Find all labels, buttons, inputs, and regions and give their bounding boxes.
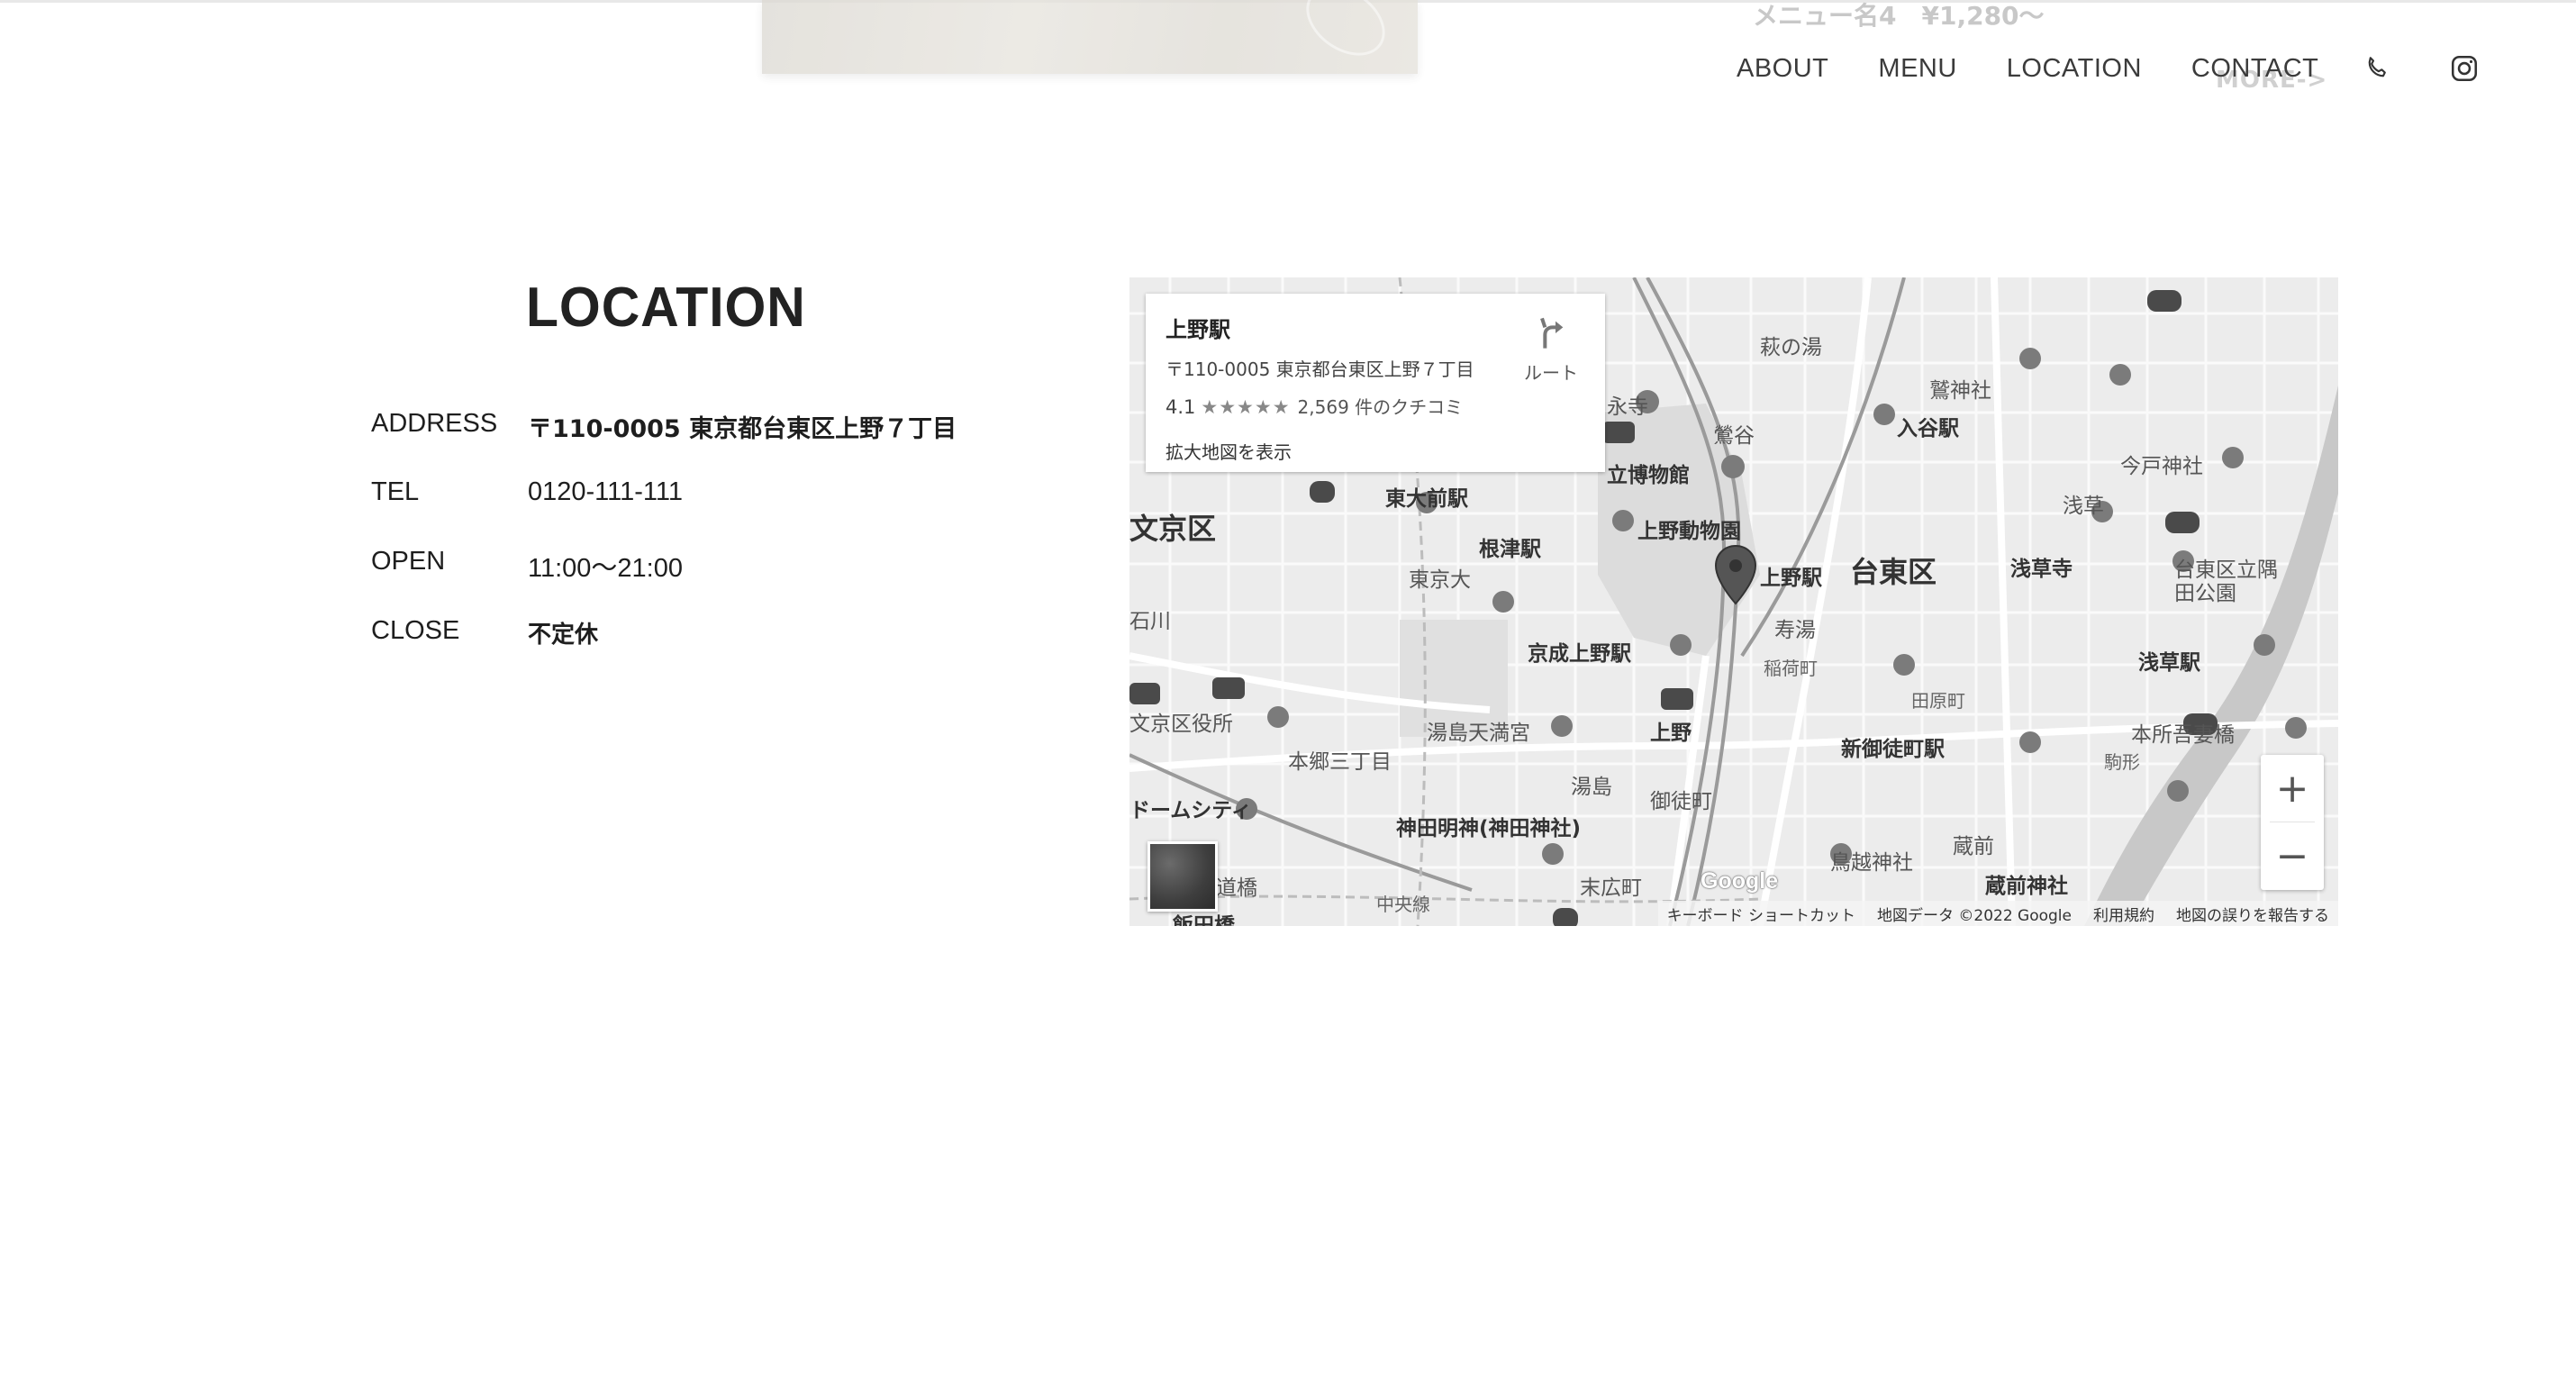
rating-stars-icon: ★★★★★ <box>1201 396 1291 418</box>
map-label-todaimae: 東大前駅 <box>1385 487 1468 511</box>
address-value: 〒110-0005 東京都台東区上野７丁目 <box>528 415 957 443</box>
map-label-suehirocho: 末広町 <box>1580 876 1642 900</box>
map-label-honjo: 本所吾妻橋 <box>2131 723 2235 747</box>
directions-label: ルート <box>1524 362 1578 384</box>
terms-link[interactable]: 利用規約 <box>2093 903 2154 925</box>
map-label-kuramae-shrine: 蔵前神社 <box>1985 875 2068 898</box>
map-label-keisei: 京成上野駅 <box>1528 642 1631 666</box>
map-label-nezu: 根津駅 <box>1479 538 1541 561</box>
previous-menu-item: メニュー名4 ¥1,280～ <box>1753 1 2045 31</box>
map-label-asakusa-station: 浅草駅 <box>2138 651 2200 675</box>
directions-button[interactable]: ルート <box>1515 315 1587 385</box>
google-map[interactable]: 台東区 文京区 上野駅 鶯谷 入谷駅 東大前駅 根津駅 立博物館 上野動物園 京… <box>1129 277 2338 926</box>
map-label-suidobashi: 道橋 <box>1216 876 1257 900</box>
map-label-bunkyo-office: 文京区役所 <box>1129 713 1233 736</box>
map-label-bunkyo: 文京区 <box>1129 512 1217 546</box>
map-label-kuramae: 蔵前 <box>1953 835 1994 858</box>
map-label-chuo-line: 中央線 <box>1376 894 1430 915</box>
map-label-okachimachi: 御徒町 <box>1650 790 1712 813</box>
map-label-kotobuki: 寿湯 <box>1774 619 1816 642</box>
place-name: 上野駅 <box>1166 317 1230 342</box>
map-label-ueno-station: 上野駅 <box>1760 567 1822 590</box>
map-label-sumida-park: 台東区立隅田公園 <box>2174 558 2278 605</box>
place-info-card: 上野駅 〒110-0005 東京都台東区上野７丁目 4.1 ★★★★★ 2,569 … <box>1146 294 1605 472</box>
map-label-sensoji: 浅草寺 <box>2010 558 2073 581</box>
satellite-toggle-button[interactable] <box>1147 841 1218 912</box>
location-pin-icon[interactable] <box>1713 544 1758 607</box>
map-label-zoo: 上野動物園 <box>1637 520 1741 543</box>
map-label-eiji: 永寺 <box>1607 395 1648 419</box>
map-label-imado: 今戸神社 <box>2120 455 2203 478</box>
map-label-ueno: 上野 <box>1650 722 1692 745</box>
previous-section-photo <box>762 0 1418 74</box>
map-label-ward: 台東区 <box>1850 555 1937 589</box>
map-label-hongo: 本郷三丁目 <box>1288 750 1392 774</box>
map-attribution: キーボード ショートカット 地図データ ©2022 Google 利用規約 地図… <box>1657 901 2338 926</box>
nav-contact[interactable]: CONTACT <box>2191 54 2319 84</box>
report-error-link[interactable]: 地図の誤りを報告する <box>2176 903 2329 925</box>
nav-about[interactable]: ABOUT <box>1737 54 1828 84</box>
tel-label: TEL <box>371 477 420 506</box>
open-value: 11:00〜21:00 <box>528 554 683 583</box>
map-label-inaricho: 稲荷町 <box>1764 658 1818 679</box>
location-title: LOCATION <box>526 277 806 339</box>
view-larger-map-link[interactable]: 拡大地図を表示 <box>1166 438 1292 464</box>
zoom-in-button[interactable]: + <box>2261 755 2324 822</box>
map-label-kanda: 神田明神(神田神社) <box>1396 817 1582 840</box>
map-label-iriya: 入谷駅 <box>1897 417 1959 440</box>
map-label-shinokachimachi: 新御徒町駅 <box>1841 738 1945 761</box>
map-label-museum: 立博物館 <box>1607 464 1690 487</box>
zoom-controls: + − <box>2261 755 2324 890</box>
reviews-link[interactable]: 2,569 件のクチコミ <box>1298 396 1464 418</box>
place-address: 〒110-0005 東京都台東区上野７丁目 <box>1166 359 1474 380</box>
map-data-credit: 地図データ ©2022 Google <box>1876 906 2072 925</box>
nav-menu[interactable]: MENU <box>1878 54 1956 84</box>
map-label-yushima-tenmangu: 湯島天満宮 <box>1427 722 1530 745</box>
nav-location[interactable]: LOCATION <box>2007 54 2142 84</box>
rating-value: 4.1 <box>1166 396 1196 418</box>
directions-icon <box>1540 317 1564 349</box>
header-nav: ABOUT MENU LOCATION CONTACT <box>1737 52 2480 85</box>
close-label: CLOSE <box>371 616 460 645</box>
map-label-asakusa-area: 浅草 <box>2063 495 2104 518</box>
map-label-washi: 鷲神社 <box>1929 379 1991 403</box>
map-label-komagata: 駒形 <box>2104 751 2140 773</box>
place-rating: 4.1 ★★★★★ 2,569 件のクチコミ <box>1166 393 1463 419</box>
map-label-hagi: 萩の湯 <box>1760 336 1822 359</box>
close-value: 不定休 <box>528 622 599 649</box>
map-label-yushima: 湯島 <box>1571 776 1612 799</box>
map-label-koishikawa: 石川 <box>1129 610 1171 633</box>
address-label: ADDRESS <box>371 409 498 438</box>
map-label-torigoe: 鳥越神社 <box>1830 851 1913 875</box>
open-label: OPEN <box>371 547 446 576</box>
google-logo: Google <box>1701 868 1779 894</box>
keyboard-shortcuts-link[interactable]: キーボード ショートカット <box>1667 903 1855 925</box>
zoom-out-button[interactable]: − <box>2261 822 2324 889</box>
map-label-tawaramachi: 田原町 <box>1911 690 1965 712</box>
map-label-uguisudani: 鶯谷 <box>1713 424 1755 448</box>
tel-value: 0120-111-111 <box>528 477 683 506</box>
instagram-icon[interactable] <box>2449 53 2480 84</box>
map-label-todai: 東京大 <box>1409 568 1471 592</box>
map-label-domecity: ドームシティ <box>1129 799 1252 822</box>
phone-icon[interactable] <box>2363 54 2391 83</box>
